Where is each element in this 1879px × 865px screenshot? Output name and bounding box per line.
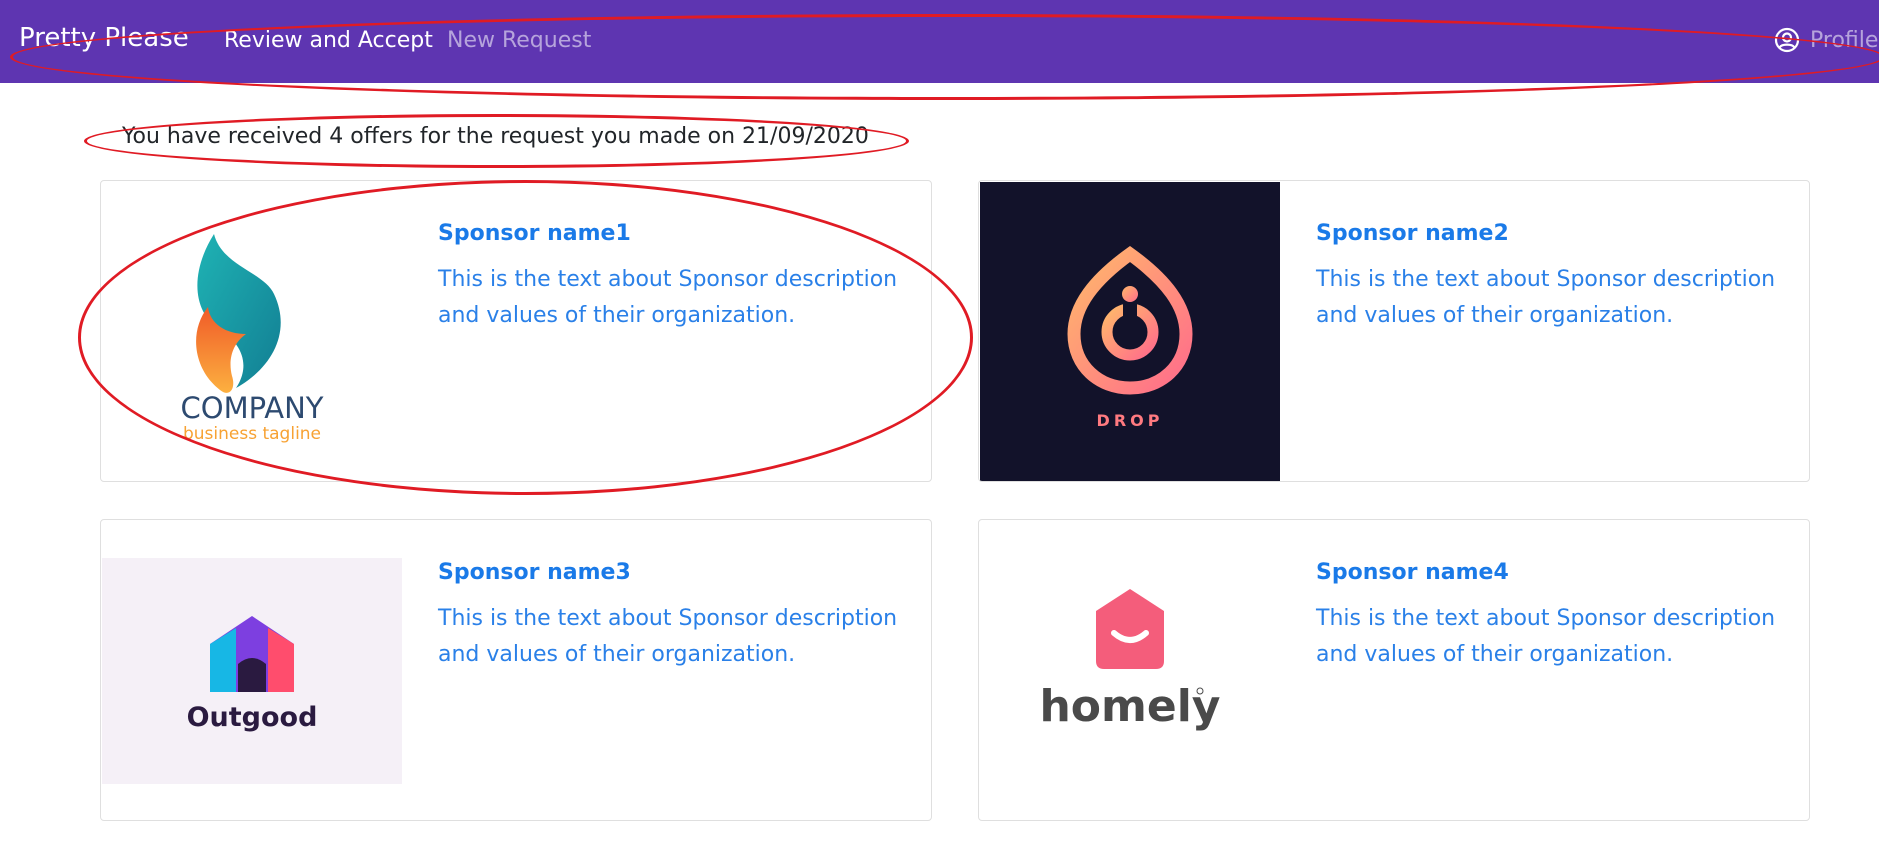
smile-house-logo-icon: homely bbox=[1039, 589, 1221, 732]
offer-card-body: Sponsor name2 This is the text about Spo… bbox=[1316, 221, 1786, 334]
sponsor-description: This is the text about Sponsor descripti… bbox=[438, 267, 898, 329]
top-navbar: Pretty Please Review and Accept New Requ… bbox=[0, 0, 1879, 83]
user-circle-icon bbox=[1774, 27, 1800, 53]
offer-card-body: Sponsor name3 This is the text about Spo… bbox=[438, 560, 908, 673]
homely-wordmark: homely bbox=[1039, 681, 1220, 732]
brand-logo-text[interactable]: Pretty Please bbox=[19, 23, 189, 53]
offer-card-1[interactable]: COMPANY business tagline Sponsor name1 T… bbox=[100, 180, 932, 482]
sponsor-name[interactable]: Sponsor name3 bbox=[438, 560, 908, 586]
profile-label: Profile bbox=[1810, 27, 1879, 53]
sponsor-description: This is the text about Sponsor descripti… bbox=[1316, 267, 1776, 329]
sponsor-logo-4: homely bbox=[980, 521, 1280, 820]
sponsor-description: This is the text about Sponsor descripti… bbox=[1316, 606, 1776, 668]
nav-link-review-and-accept[interactable]: Review and Accept bbox=[224, 28, 433, 53]
company-wordmark: COMPANY bbox=[181, 391, 324, 425]
sponsor-name[interactable]: Sponsor name4 bbox=[1316, 560, 1786, 586]
drop-wordmark: DROP bbox=[1097, 411, 1164, 430]
sponsor-name[interactable]: Sponsor name1 bbox=[438, 221, 908, 247]
offers-summary-text: You have received 4 offers for the reque… bbox=[122, 124, 869, 149]
house-logo-icon: Outgood bbox=[187, 616, 318, 733]
offer-card-4[interactable]: homely Sponsor name4 This is the text ab… bbox=[978, 519, 1810, 821]
outgood-wordmark: Outgood bbox=[187, 702, 318, 733]
sponsor-description: This is the text about Sponsor descripti… bbox=[438, 606, 898, 668]
profile-link[interactable]: Profile bbox=[1774, 27, 1878, 53]
sponsor-name[interactable]: Sponsor name2 bbox=[1316, 221, 1786, 247]
sponsor-logo-1: COMPANY business tagline bbox=[102, 182, 402, 481]
sponsor-logo-2: DROP bbox=[980, 182, 1280, 481]
offer-card-3[interactable]: Outgood Sponsor name3 This is the text a… bbox=[100, 519, 932, 821]
offer-card-2[interactable]: DROP Sponsor name2 This is the text abou… bbox=[978, 180, 1810, 482]
sponsor-logo-3: Outgood bbox=[102, 558, 402, 784]
offer-card-body: Sponsor name1 This is the text about Spo… bbox=[438, 221, 908, 334]
offer-card-body: Sponsor name4 This is the text about Spo… bbox=[1316, 560, 1786, 673]
flame-logo-icon: COMPANY business tagline bbox=[181, 234, 324, 444]
nav-link-new-request[interactable]: New Request bbox=[447, 28, 591, 53]
company-tagline: business tagline bbox=[183, 424, 321, 444]
drop-logo-icon: DROP bbox=[1067, 245, 1193, 430]
